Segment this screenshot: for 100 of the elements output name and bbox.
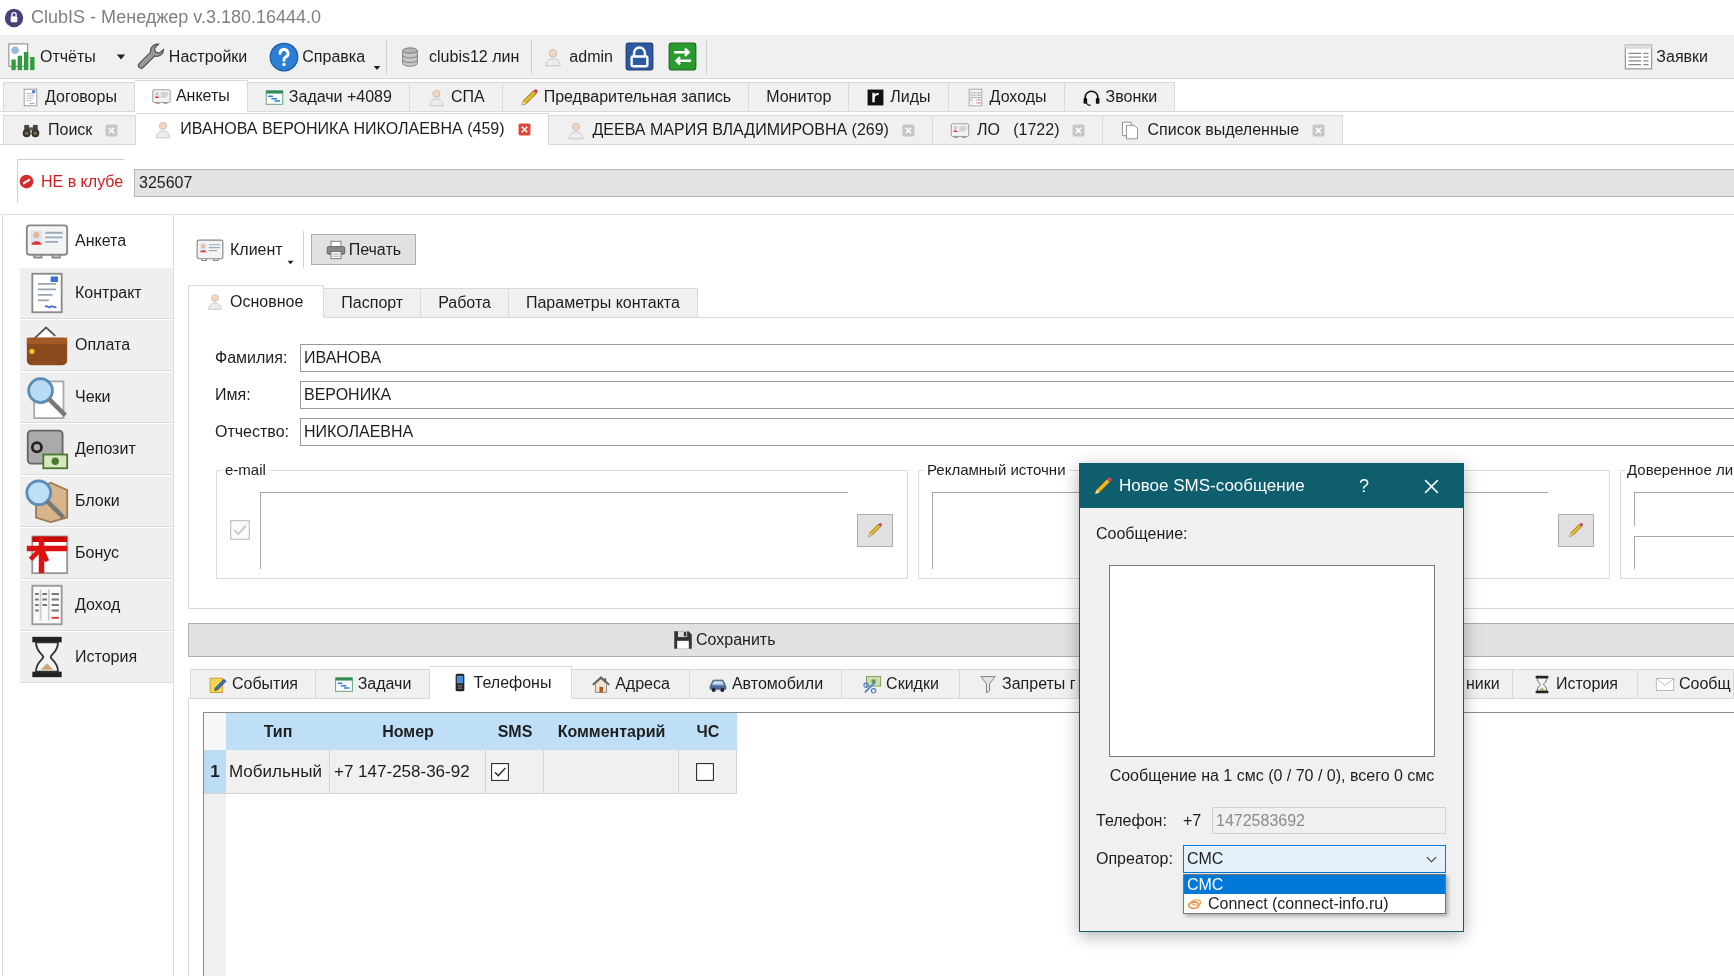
text-field[interactable]: ВЕРОНИКА [300,381,1734,409]
form-tab[interactable]: Работа [421,288,509,318]
tab[interactable]: Предварительная запись [502,82,750,112]
operator-dropdown[interactable]: СМС [1183,845,1446,873]
detail-tab[interactable]: Телефоны [430,666,572,699]
help-icon [269,41,300,72]
sidebar-item[interactable]: Чеки [20,371,173,423]
dropdown-option[interactable]: СМС [1184,875,1445,894]
magnifier-icon [25,375,69,419]
form-tab[interactable]: Параметры контакта [508,288,698,318]
printer-icon [325,239,346,260]
safe-icon [25,427,69,471]
detail-tab[interactable]: Скидки [842,669,960,699]
report-chart-icon [7,41,37,72]
pencil-icon [1568,522,1584,538]
headset-icon [1081,87,1101,107]
detail-tab[interactable]: ники [1464,669,1513,699]
tab[interactable]: Лиды [849,82,949,112]
table-cell: Мобильный [226,750,330,794]
column-header: Номер [381,721,435,742]
lock-icon[interactable] [624,42,654,71]
detail-tab[interactable]: Автомобили [690,669,842,699]
sidebar-item[interactable]: Бонус [20,527,173,579]
tab[interactable]: Монитор [749,82,850,112]
print-button[interactable]: Печать [310,234,417,265]
close-icon[interactable] [517,122,531,136]
tab[interactable]: СПА [409,82,503,112]
connection-button[interactable]: clubis12 лин [399,39,520,74]
message-field[interactable] [1109,565,1435,757]
requests-button[interactable]: Заявки [1623,39,1708,74]
field-label: Имя: [215,385,252,405]
sidebar-item[interactable]: Депозит [20,423,173,475]
window-title: ClubIS - Менеджер v.3.180.16444.0 [31,6,322,29]
text-field[interactable] [1634,491,1734,526]
tab[interactable]: Звонки [1064,82,1176,112]
sidebar-item[interactable]: Оплата [20,319,173,371]
table-cell: +7 147-258-36-92 [330,750,486,794]
status-label: НЕ в клубе [41,171,124,192]
form-tab[interactable]: Основное [188,285,325,318]
gantt-chart-icon [333,674,354,694]
dropdown-option[interactable]: Connect (connect-info.ru) [1184,894,1445,913]
detail-tab[interactable]: События [190,669,316,699]
dialog-title: Новое SMS-сообщение [1119,475,1306,498]
edit-button[interactable] [1558,513,1594,547]
sidebar-item[interactable]: Блоки [20,475,173,527]
menu-button[interactable]: Справка [269,38,383,75]
funnel-icon [978,674,998,694]
close-icon[interactable] [105,123,119,137]
document-tab[interactable]: ЛО (1722) [932,115,1104,145]
detail-tab[interactable]: История [1513,669,1638,699]
sidebar-item[interactable]: Контракт [20,267,173,319]
column-header: SMS [496,721,534,742]
pencil-icon [867,522,883,538]
document-tab[interactable]: ИВАНОВА ВЕРОНИКА НИКОЛАЕВНА (459) [136,113,549,145]
detail-tab[interactable]: Задачи [316,669,430,699]
user-button[interactable]: admin [543,39,613,74]
checkbox[interactable] [491,762,509,781]
document-tab[interactable]: ДЕЕВА МАРИЯ ВЛАДИМИРОВНА (269) [548,115,933,145]
group-title: e-mail [224,460,267,480]
checkbox[interactable] [696,762,714,781]
no-entry-icon [19,174,34,189]
person-icon [426,87,446,107]
field-label: Фамилия: [215,348,289,368]
column-header: Тип [262,721,294,742]
text-field[interactable]: НИКОЛАЕВНА [300,418,1734,446]
wrench-icon [135,41,166,72]
logo-icon [866,87,886,107]
text-field[interactable] [1634,535,1734,569]
sidebar-item[interactable]: Доход [20,579,173,631]
form-tab[interactable]: Паспорт [324,288,422,318]
phone-label: Телефон: [1096,810,1168,831]
house-icon [591,674,612,694]
tab[interactable]: Задачи +4089 [247,82,410,112]
tab[interactable]: Анкеты [134,80,248,112]
menu-button[interactable]: Отчёты [7,38,96,75]
menu-button[interactable]: Настройки [135,38,248,75]
swirl-icon [1187,896,1203,911]
document-tab[interactable]: Поиск [3,115,137,145]
swap-arrows-icon[interactable] [667,42,697,71]
close-icon[interactable] [901,123,915,137]
close-icon [1422,477,1440,495]
close-icon[interactable] [1072,123,1086,137]
detail-tab[interactable]: Сообщ [1638,669,1734,699]
edit-button[interactable] [857,513,893,547]
text-field[interactable]: ИВАНОВА [300,344,1734,372]
group-title: Рекламный источни [926,460,1067,480]
email-field[interactable] [260,491,848,569]
close-icon[interactable] [1312,123,1326,137]
detail-tab[interactable]: Адреса [572,669,690,699]
pencil-icon [1093,476,1113,496]
tab[interactable]: Доходы [948,82,1065,112]
pages-icon [1120,120,1141,140]
detail-tab[interactable]: Запреты г [960,669,1079,699]
help-button[interactable]: ? [1341,471,1387,501]
sidebar-item[interactable]: История [20,631,173,683]
tab[interactable]: Договоры [3,82,135,112]
money-icon [862,674,883,694]
document-tab[interactable]: Список выделенные [1103,115,1344,145]
client-menu-button[interactable]: Клиент [193,232,295,267]
field-label: Отчество: [215,422,290,442]
